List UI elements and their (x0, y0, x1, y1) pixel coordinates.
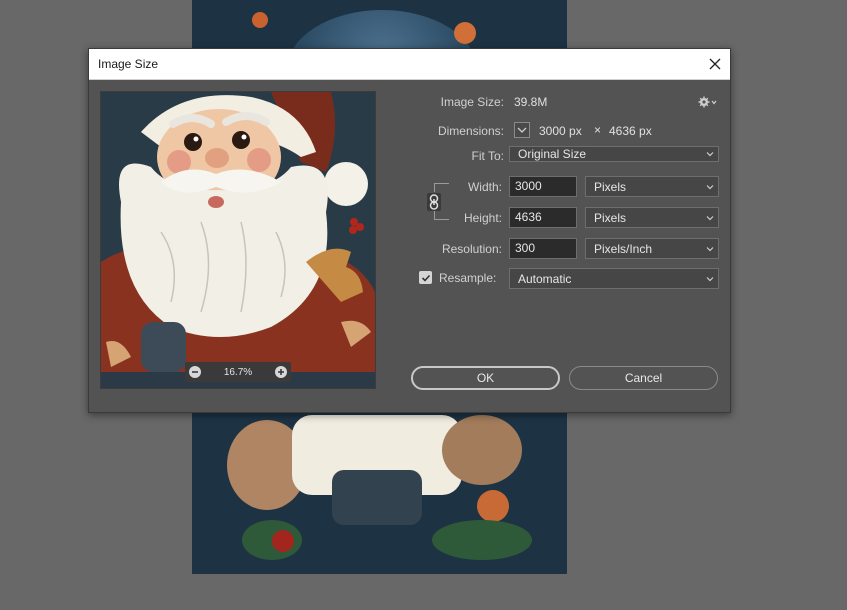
link-bracket-top (434, 183, 449, 192)
dimensions-separator: × (594, 123, 602, 137)
image-preview[interactable]: 16.7% (100, 91, 376, 389)
gear-icon (698, 96, 717, 108)
dimensions-width: 3000 px (539, 124, 582, 138)
fit-to-value: Original Size (518, 147, 587, 161)
zoom-in-icon (277, 369, 284, 375)
fit-to-select[interactable]: Original Size (509, 146, 719, 162)
link-bracket-bottom (434, 211, 449, 220)
chevron-down-icon (706, 185, 714, 190)
resolution-input[interactable]: 300 (509, 238, 577, 259)
height-label: Height: (463, 211, 502, 225)
width-input[interactable]: 3000 (509, 176, 577, 197)
width-unit-select[interactable]: Pixels (585, 176, 719, 197)
height-input[interactable]: 4636 (509, 207, 577, 228)
link-icon (427, 193, 441, 211)
chevron-down-icon (706, 152, 714, 157)
zoom-level: 16.7% (223, 366, 253, 378)
constrain-proportions-toggle[interactable] (427, 193, 441, 211)
resolution-unit-select[interactable]: Pixels/Inch (585, 238, 719, 259)
resolution-unit-value: Pixels/Inch (594, 241, 653, 256)
resample-value: Automatic (518, 271, 572, 286)
chevron-down-icon (706, 216, 714, 221)
canvas-ornament (252, 12, 268, 28)
resample-checkbox[interactable] (419, 271, 432, 284)
close-icon (709, 58, 721, 70)
checkmark-icon (421, 274, 430, 282)
width-unit-value: Pixels (594, 179, 627, 194)
preview-zoom-bar: 16.7% (185, 362, 291, 382)
ok-button[interactable]: OK (411, 366, 560, 390)
image-size-dialog: Image Size 16.7% Image Size: 39.8M Dimen… (88, 48, 731, 413)
height-unit-value: Pixels (594, 210, 627, 225)
chevron-down-icon (517, 127, 527, 133)
dimensions-label: Dimensions: (437, 124, 504, 138)
chevron-down-icon (706, 247, 714, 252)
resample-select[interactable]: Automatic (509, 268, 719, 289)
height-unit-select[interactable]: Pixels (585, 207, 719, 228)
canvas-santa-boots (332, 470, 422, 525)
dialog-title: Image Size (98, 57, 159, 71)
canvas-ornament (477, 490, 509, 522)
width-label: Width: (467, 180, 502, 194)
chevron-down-icon (706, 277, 714, 282)
cancel-button[interactable]: Cancel (569, 366, 718, 390)
image-size-value: 39.8M (514, 95, 548, 109)
dialog-titlebar: Image Size (89, 49, 730, 80)
resolution-label: Resolution: (441, 242, 502, 256)
canvas-ornament (454, 22, 476, 44)
canvas-holly (432, 520, 532, 560)
settings-gear-button[interactable] (698, 95, 718, 109)
santa-preview-art (101, 92, 375, 388)
dimensions-units-dropdown[interactable] (514, 122, 530, 138)
canvas-berries (272, 530, 294, 552)
zoom-out-button[interactable] (189, 366, 201, 378)
zoom-in-button[interactable] (274, 366, 287, 378)
fit-to-label: Fit To: (471, 149, 504, 163)
dimensions-height: 4636 px (609, 124, 652, 138)
resample-label: Resample: (439, 271, 497, 285)
close-button[interactable] (700, 49, 730, 79)
canvas-reindeer (442, 415, 522, 485)
image-size-label: Image Size: (440, 95, 504, 109)
zoom-out-icon (192, 371, 198, 373)
